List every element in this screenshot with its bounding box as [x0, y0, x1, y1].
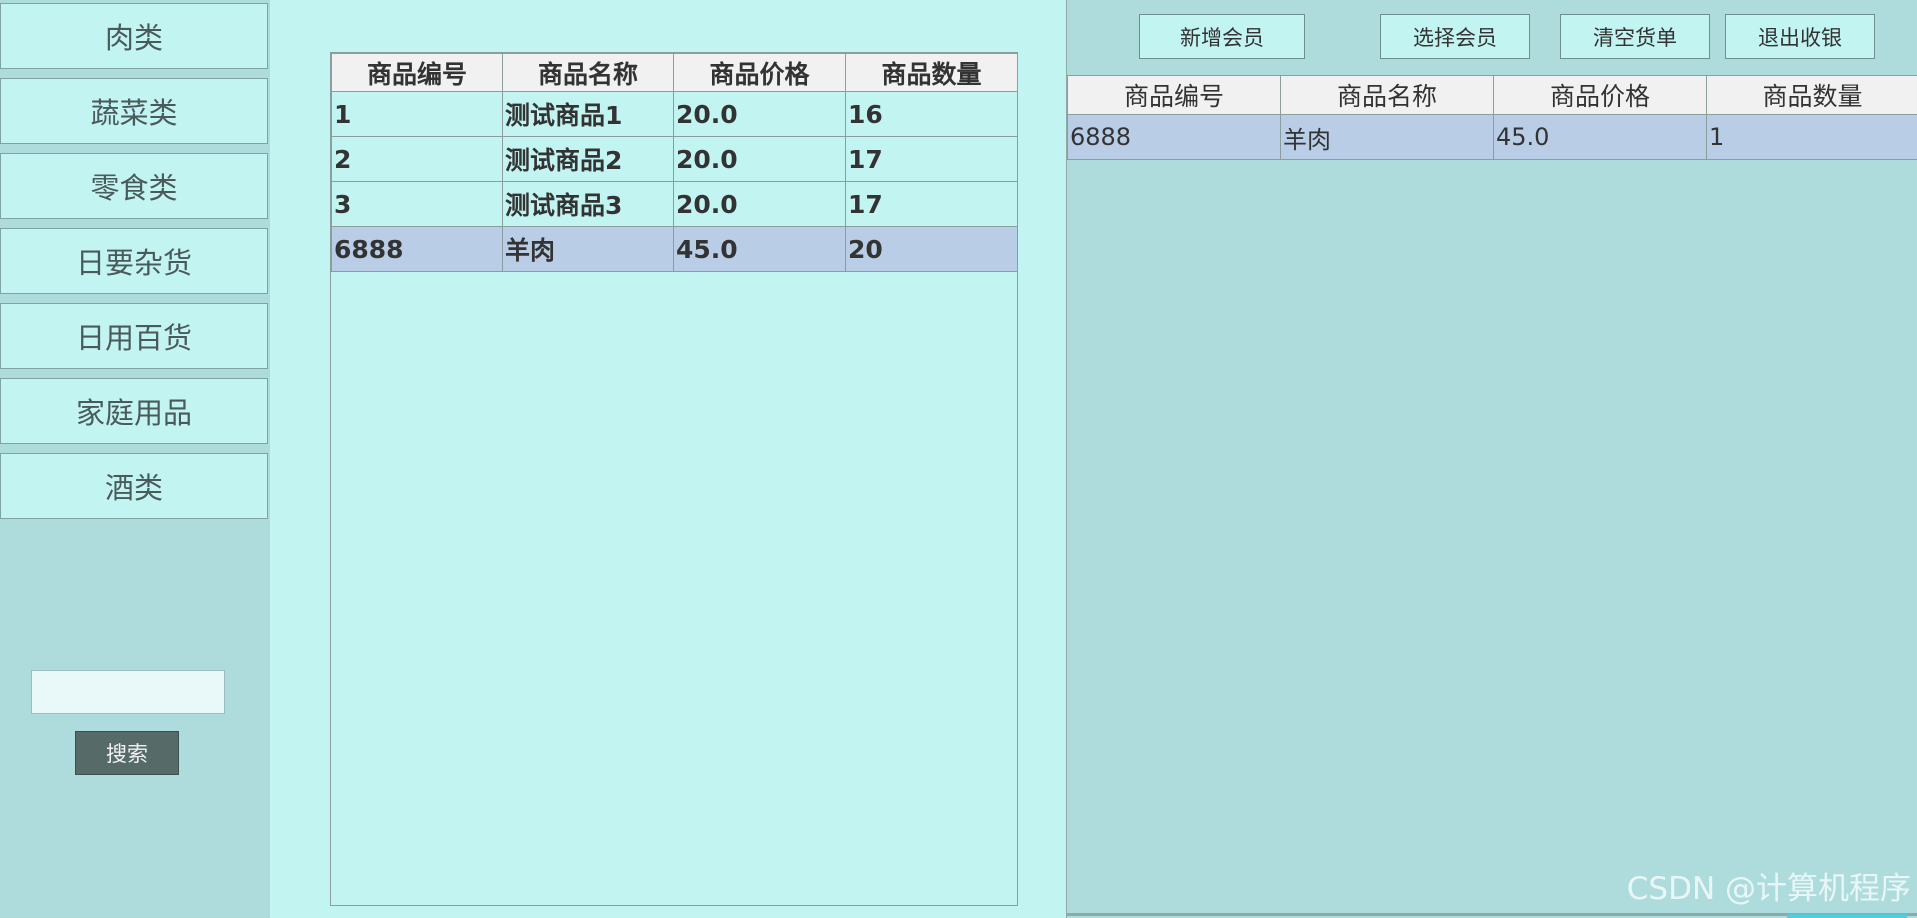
product-row[interactable]: 2 测试商品2 20.0 17 [331, 136, 1018, 182]
cart-row[interactable]: 6888 羊肉 45.0 1 [1067, 114, 1917, 160]
product-table-container[interactable]: 商品编号 商品名称 商品价格 商品数量 1 测试商品1 20.0 16 2 测试… [330, 52, 1018, 906]
product-table: 商品编号 商品名称 商品价格 商品数量 1 测试商品1 20.0 16 2 测试… [331, 53, 1018, 272]
category-button-meat[interactable]: 肉类 [0, 3, 268, 69]
column-header-price[interactable]: 商品价格 [1493, 75, 1707, 115]
product-price: 45.0 [673, 226, 846, 272]
column-header-name[interactable]: 商品名称 [1280, 75, 1494, 115]
cart-item-id: 6888 [1067, 114, 1281, 160]
category-button-groceries[interactable]: 日要杂货 [0, 228, 268, 294]
product-panel: 商品编号 商品名称 商品价格 商品数量 1 测试商品1 20.0 16 2 测试… [270, 0, 1066, 918]
product-row-selected[interactable]: 6888 羊肉 45.0 20 [331, 226, 1018, 272]
cart-item-name: 羊肉 [1280, 114, 1494, 160]
column-header-name[interactable]: 商品名称 [502, 53, 674, 92]
product-id: 3 [331, 181, 503, 227]
category-button-daily-goods[interactable]: 日用百货 [0, 303, 268, 369]
select-member-button[interactable]: 选择会员 [1380, 14, 1530, 59]
search-button[interactable]: 搜索 [75, 731, 179, 775]
product-quantity: 16 [845, 91, 1018, 137]
product-name: 测试商品1 [502, 91, 674, 137]
category-button-vegetables[interactable]: 蔬菜类 [0, 78, 268, 144]
column-header-id[interactable]: 商品编号 [1067, 75, 1281, 115]
product-price: 20.0 [673, 91, 846, 137]
product-quantity: 20 [845, 226, 1018, 272]
product-price: 20.0 [673, 136, 846, 182]
clear-list-button[interactable]: 清空货单 [1560, 14, 1710, 59]
product-row[interactable]: 3 测试商品3 20.0 17 [331, 181, 1018, 227]
category-button-snacks[interactable]: 零食类 [0, 153, 268, 219]
cart-panel: 新增会员 选择会员 清空货单 退出收银 商品编号 商品名称 商品价格 商品数量 … [1066, 0, 1917, 918]
product-name: 羊肉 [502, 226, 674, 272]
column-header-quantity[interactable]: 商品数量 [845, 53, 1018, 92]
category-button-liquor[interactable]: 酒类 [0, 453, 268, 519]
category-button-household[interactable]: 家庭用品 [0, 378, 268, 444]
exit-checkout-button[interactable]: 退出收银 [1725, 14, 1875, 59]
add-member-button[interactable]: 新增会员 [1139, 14, 1305, 59]
cart-item-price: 45.0 [1493, 114, 1707, 160]
product-id: 6888 [331, 226, 503, 272]
search-input[interactable] [31, 670, 225, 714]
column-header-id[interactable]: 商品编号 [331, 53, 503, 92]
product-quantity: 17 [845, 136, 1018, 182]
product-id: 1 [331, 91, 503, 137]
product-table-header: 商品编号 商品名称 商品价格 商品数量 [331, 53, 1018, 92]
product-name: 测试商品3 [502, 181, 674, 227]
cart-table-header: 商品编号 商品名称 商品价格 商品数量 [1067, 75, 1917, 115]
product-price: 20.0 [673, 181, 846, 227]
product-row[interactable]: 1 测试商品1 20.0 16 [331, 91, 1018, 137]
bottom-accent-bar [1787, 914, 1907, 918]
product-name: 测试商品2 [502, 136, 674, 182]
cart-item-quantity: 1 [1706, 114, 1917, 160]
watermark: CSDN @计算机程序 [1626, 871, 1911, 907]
column-header-quantity[interactable]: 商品数量 [1706, 75, 1917, 115]
cart-table: 商品编号 商品名称 商品价格 商品数量 6888 羊肉 45.0 1 [1067, 75, 1917, 160]
category-sidebar: 肉类 蔬菜类 零食类 日要杂货 日用百货 家庭用品 酒类 搜索 [0, 0, 270, 918]
product-quantity: 17 [845, 181, 1018, 227]
product-id: 2 [331, 136, 503, 182]
column-header-price[interactable]: 商品价格 [673, 53, 846, 92]
